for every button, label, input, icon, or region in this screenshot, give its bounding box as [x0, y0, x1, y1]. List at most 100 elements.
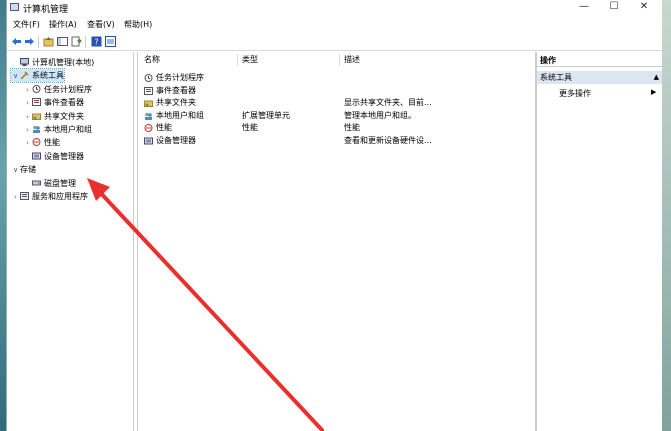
- shared-folder-icon: [32, 113, 41, 120]
- tree-item[interactable]: 计算机管理(本地): [11, 56, 94, 69]
- column-header-description[interactable]: 描述: [344, 54, 360, 66]
- properties-icon[interactable]: [105, 36, 116, 47]
- cell-type: 性能: [242, 123, 258, 133]
- menu-file[interactable]: 文件(F): [13, 19, 40, 30]
- toolbar-separator: [85, 36, 86, 48]
- export-list-icon[interactable]: [71, 36, 82, 47]
- tree-item[interactable]: 设备管理器: [23, 150, 84, 163]
- tree-item[interactable]: › 性能: [23, 136, 60, 149]
- cell-name: 事件查看器: [156, 85, 196, 95]
- cell-name: 性能: [156, 123, 172, 133]
- column-header-type[interactable]: 类型: [242, 54, 258, 66]
- column-divider[interactable]: [237, 54, 238, 66]
- tree-item-label: 服务和应用程序: [32, 192, 88, 201]
- expand-down-icon[interactable]: ∨: [11, 164, 20, 177]
- cell-desc: 性能: [344, 123, 360, 133]
- cell-name: 任务计划程序: [156, 73, 204, 82]
- services-icon: [20, 192, 29, 200]
- tree-item-label: 任务计划程序: [44, 84, 92, 94]
- column-header-name[interactable]: 名称: [144, 54, 160, 66]
- column-divider[interactable]: [339, 54, 340, 66]
- minimize-button[interactable]: —: [569, 0, 599, 15]
- expand-right-icon[interactable]: ›: [23, 97, 32, 110]
- back-arrow-icon[interactable]: [11, 36, 22, 47]
- cell-desc: 查看和更新设备硬件设...: [344, 136, 432, 145]
- list-item[interactable]: 设备管理器 查看和更新设备硬件设...: [138, 135, 535, 147]
- list-item[interactable]: 事件查看器: [138, 85, 535, 97]
- toolbar: ?: [7, 33, 662, 51]
- tree-item-label: 计算机管理(本地): [32, 58, 95, 67]
- tree-item[interactable]: ∨ 系统工具: [10, 68, 65, 84]
- cell-type: 扩展管理单元: [242, 110, 290, 120]
- collapse-arrow-icon[interactable]: ▲: [654, 71, 659, 84]
- menu-action[interactable]: 操作(A): [49, 19, 77, 30]
- tree-item-label: 共享文件夹: [44, 111, 84, 121]
- cell-name: 本地用户和组: [156, 110, 204, 120]
- folder-up-icon[interactable]: [43, 36, 54, 47]
- users-icon: [33, 125, 40, 133]
- cell-name: 共享文件夹: [156, 98, 196, 108]
- performance-icon: [144, 124, 153, 133]
- expand-right-icon[interactable]: ›: [11, 191, 20, 204]
- list-item[interactable]: 本地用户和组 扩展管理单元 管理本地用户和组。: [138, 110, 535, 122]
- menu-view[interactable]: 查看(V): [87, 19, 115, 30]
- tree-item-label: 设备管理器: [44, 151, 84, 161]
- actions-header: 操作: [537, 55, 662, 67]
- help-icon[interactable]: ?: [91, 36, 102, 47]
- expand-right-icon[interactable]: ›: [23, 124, 32, 137]
- tree-item[interactable]: › 任务计划程序: [23, 83, 92, 96]
- close-button[interactable]: ✕: [629, 0, 659, 15]
- shared-folder-icon: [144, 100, 153, 108]
- list-item[interactable]: 任务计划程序: [138, 72, 535, 84]
- actions-section-label: 系统工具: [540, 73, 572, 82]
- app-icon: [10, 3, 19, 11]
- tree-item[interactable]: › 共享文件夹: [23, 110, 84, 123]
- computer-management-window: 计算机管理 — ☐ ✕ 文件(F) 操作(A) 查看(V) 帮助(H) ? 计算…: [6, 0, 662, 431]
- list-item[interactable]: 共享文件夹 显示共享文件夹、目前...: [138, 97, 535, 109]
- tree-item[interactable]: › 本地用户和组: [23, 123, 92, 136]
- tree-item-label: 系统工具: [32, 71, 64, 81]
- cell-name: 设备管理器: [156, 136, 196, 145]
- tree-item[interactable]: › 事件查看器: [23, 96, 84, 109]
- tree-item-label: 事件查看器: [44, 98, 84, 108]
- console-tree: 计算机管理(本地) ∨ 系统工具 › 任务计划程序 › 事件查看器 › 共享文件夹 › 本地用户和组…: [7, 52, 134, 431]
- tree-item-label: 磁盘管理: [44, 178, 76, 188]
- forward-arrow-icon[interactable]: [24, 36, 35, 47]
- submenu-arrow-icon[interactable]: ▶: [651, 88, 656, 96]
- title-bar[interactable]: 计算机管理 — ☐ ✕: [7, 0, 662, 15]
- actions-section-system-tools[interactable]: 系统工具 ▲: [537, 71, 662, 84]
- actions-pane: 操作 系统工具 ▲ 更多操作 ▶: [536, 52, 662, 431]
- expand-right-icon[interactable]: ›: [23, 84, 32, 97]
- tree-item[interactable]: ∨ 存储: [11, 163, 36, 176]
- disk-icon: [32, 180, 41, 186]
- menu-bar: 文件(F) 操作(A) 查看(V) 帮助(H): [7, 17, 662, 31]
- performance-icon: [32, 138, 41, 147]
- event-viewer-icon: [144, 86, 153, 95]
- users-icon: [145, 112, 152, 120]
- expand-right-icon[interactable]: ›: [23, 111, 32, 124]
- tree-item-label: 存储: [20, 165, 36, 175]
- desktop-background-right: [661, 0, 671, 431]
- device-manager-icon: [144, 137, 153, 145]
- list-item[interactable]: 性能 性能 性能: [138, 122, 535, 134]
- event-viewer-icon: [32, 98, 41, 107]
- cell-desc: 管理本地用户和组。: [344, 110, 416, 120]
- tree-item[interactable]: 磁盘管理: [23, 177, 76, 190]
- clock-icon: [144, 74, 153, 82]
- toolbar-separator: [38, 36, 39, 48]
- tree-item-label: 性能: [44, 138, 60, 148]
- expand-down-icon[interactable]: ∨: [11, 70, 20, 83]
- details-pane: 名称 类型 描述 任务计划程序 事件查看器共享文件夹 显示共享文件夹、目前... 本地…: [137, 52, 536, 431]
- tree-item-label: 本地用户和组: [44, 125, 92, 134]
- svg-text:?: ?: [94, 38, 98, 47]
- console-tree-icon[interactable]: [57, 36, 68, 47]
- expand-right-icon[interactable]: ›: [23, 137, 32, 150]
- tools-icon: [20, 71, 29, 80]
- window-title: 计算机管理: [23, 5, 69, 15]
- more-actions-item[interactable]: 更多操作: [559, 88, 591, 99]
- menu-help[interactable]: 帮助(H): [124, 19, 152, 30]
- clock-icon: [32, 84, 41, 93]
- cell-desc: 显示共享文件夹、目前...: [344, 98, 432, 108]
- tree-item[interactable]: › 服务和应用程序: [11, 190, 88, 203]
- maximize-button[interactable]: ☐: [599, 0, 629, 15]
